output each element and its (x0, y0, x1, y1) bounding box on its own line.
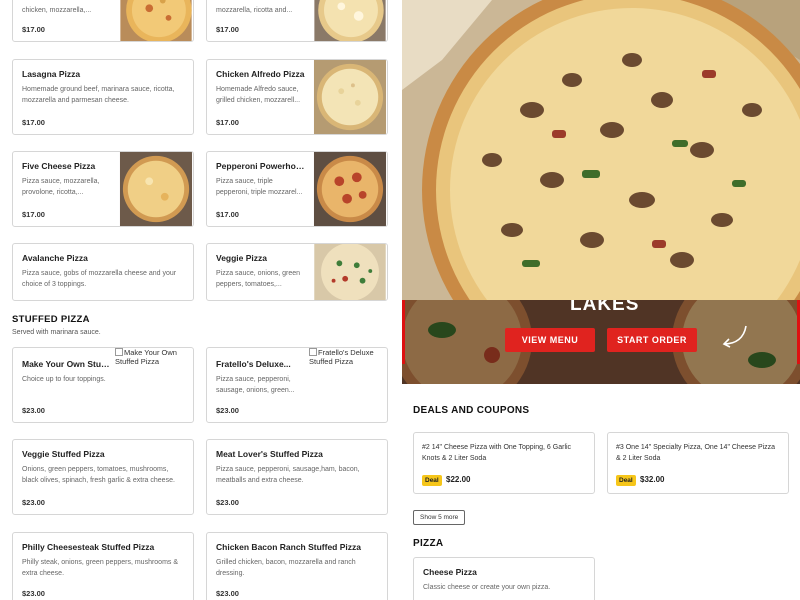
menu-item-name: Lasagna Pizza (22, 69, 81, 79)
broken-image-alt: Make Your Own Stuffed Pizza (115, 348, 177, 366)
menu-item-name: Meat Lover's Stuffed Pizza (216, 449, 323, 459)
show-more-button[interactable]: Show 5 more (413, 510, 466, 525)
menu-item-price: $17.00 (216, 118, 239, 127)
deals-section-title: DEALS AND COUPONS (413, 405, 530, 416)
deal-badge: Deal (422, 475, 442, 486)
hero-pizza-photo (402, 0, 800, 300)
deal-description: #2 14" Cheese Pizza with One Topping, 6 … (422, 444, 572, 462)
menu-item-name: Chicken Alfredo Pizza (216, 69, 305, 79)
menu-item-price: $23.00 (22, 406, 45, 415)
menu-item-description: Pizza sauce, mozzarella, provolone, rico… (22, 178, 100, 196)
right-column: LAKES VIEW MENU START ORDER DEALS AND CO… (400, 0, 800, 600)
menu-item-price: $17.00 (216, 210, 239, 219)
menu-item-description: Onions, green peppers, tomatoes, mushroo… (22, 466, 175, 484)
deal-description: #3 One 14" Specialty Pizza, One 14" Chee… (616, 444, 776, 462)
menu-item-card[interactable]: Philly Cheesesteak Stuffed Pizza Philly … (12, 532, 194, 600)
menu-item-description: Homemade ground beef, marinara sauce, ri… (22, 86, 175, 104)
promo-banner: LAKES VIEW MENU START ORDER (402, 300, 800, 384)
banner-heading: LAKES (570, 300, 640, 315)
pizza-photo (313, 152, 387, 226)
menu-column: chicken, mozzarella,... $17.00 mozzarell… (0, 0, 400, 600)
pizza-photo (314, 244, 386, 300)
menu-item-name: Philly Cheesesteak Stuffed Pizza (22, 542, 155, 552)
menu-item-description: Pizza sauce, gobs of mozzarella cheese a… (22, 270, 177, 288)
menu-item-description: Choice up to four toppings. (22, 376, 106, 383)
menu-item-price: $17.00 (22, 25, 45, 34)
broken-image-icon (309, 348, 317, 356)
menu-item-name: Veggie Pizza (216, 253, 268, 263)
menu-item-card[interactable]: Pepperoni Powerhous... Pizza sauce, trip… (206, 151, 388, 227)
deal-price: $22.00 (446, 475, 471, 484)
menu-item-description: chicken, mozzarella,... (22, 7, 92, 14)
menu-item-card[interactable]: Veggie Pizza Pizza sauce, onions, green … (206, 243, 388, 301)
broken-image-icon (115, 348, 123, 356)
deal-card[interactable]: #3 One 14" Specialty Pizza, One 14" Chee… (607, 432, 789, 494)
menu-item-price: $17.00 (22, 210, 45, 219)
menu-item-description: Classic cheese or create your own pizza. (423, 584, 551, 591)
banner-accent-strip (402, 300, 405, 364)
menu-item-card[interactable]: chicken, mozzarella,... $17.00 (12, 0, 194, 42)
menu-item-card[interactable]: Meat Lover's Stuffed Pizza Pizza sauce, … (206, 439, 388, 515)
menu-item-card[interactable]: Chicken Alfredo Pizza Homemade Alfredo s… (206, 59, 388, 135)
menu-item-card[interactable]: Cheese Pizza Classic cheese or create yo… (413, 557, 595, 600)
section-title-stuffed-pizza: STUFFED PIZZA (12, 314, 90, 325)
start-order-button[interactable]: START ORDER (607, 328, 697, 352)
menu-item-description: Pizza sauce, pepperoni, sausage, onions,… (216, 376, 295, 394)
deal-card[interactable]: #2 14" Cheese Pizza with One Topping, 6 … (413, 432, 595, 494)
view-menu-button[interactable]: VIEW MENU (505, 328, 595, 352)
menu-item-price: $23.00 (22, 589, 45, 598)
menu-item-name: Make Your Own Stuffe... (22, 359, 111, 369)
menu-item-price: $17.00 (216, 25, 239, 34)
menu-item-card[interactable]: Avalanche Pizza Pizza sauce, gobs of moz… (12, 243, 194, 301)
menu-item-card[interactable]: Lasagna Pizza Homemade ground beef, mari… (12, 59, 194, 135)
menu-item-price: $23.00 (22, 498, 45, 507)
menu-item-name: Fratello's Deluxe... (216, 359, 291, 369)
broken-image-alt: Fratello's Deluxe Stuffed Pizza (309, 348, 374, 366)
menu-item-name: Pepperoni Powerhous... (216, 161, 305, 171)
menu-item-name: Veggie Stuffed Pizza (22, 449, 105, 459)
menu-item-name: Avalanche Pizza (22, 253, 88, 263)
menu-item-description: Pizza sauce, onions, green peppers, toma… (216, 270, 301, 288)
menu-item-description: mozzarella, ricotta and... (216, 7, 293, 14)
menu-item-name: Cheese Pizza (423, 567, 477, 577)
menu-item-card[interactable]: Fratello's Deluxe... Pizza sauce, pepper… (206, 347, 388, 423)
menu-item-card[interactable]: Veggie Stuffed Pizza Onions, green peppe… (12, 439, 194, 515)
menu-item-card[interactable]: mozzarella, ricotta and... $17.00 (206, 0, 388, 42)
pizza-photo (314, 0, 386, 41)
pizza-photo (120, 0, 192, 41)
menu-item-description: Pizza sauce, pepperoni, sausage,ham, bac… (216, 466, 360, 484)
menu-item-price: $23.00 (216, 406, 239, 415)
menu-item-name: Chicken Bacon Ranch Stuffed Pizza (216, 542, 361, 552)
deal-price: $32.00 (640, 475, 665, 484)
section-subtitle: Served with marinara sauce. (12, 329, 101, 336)
menu-item-name: Five Cheese Pizza (22, 161, 96, 171)
menu-item-description: Grilled chicken, bacon, mozzarella and r… (216, 559, 356, 577)
menu-item-description: Pizza sauce, triple pepperoni, triple mo… (216, 178, 303, 196)
menu-item-price: $23.00 (216, 589, 239, 598)
arrow-icon (722, 325, 747, 348)
menu-item-description: Philly steak, onions, green peppers, mus… (22, 559, 179, 577)
menu-item-description: Homemade Alfredo sauce, grilled chicken,… (216, 86, 301, 104)
pizza-photo (119, 152, 193, 226)
menu-item-card[interactable]: Chicken Bacon Ranch Stuffed Pizza Grille… (206, 532, 388, 600)
pizza-photo (313, 60, 387, 134)
menu-item-card[interactable]: Make Your Own Stuffe... Choice up to fou… (12, 347, 194, 423)
menu-item-card[interactable]: Five Cheese Pizza Pizza sauce, mozzarell… (12, 151, 194, 227)
pizza-section-title: PIZZA (413, 538, 444, 549)
menu-item-price: $23.00 (216, 498, 239, 507)
deal-badge: Deal (616, 475, 636, 486)
menu-item-price: $17.00 (22, 118, 45, 127)
